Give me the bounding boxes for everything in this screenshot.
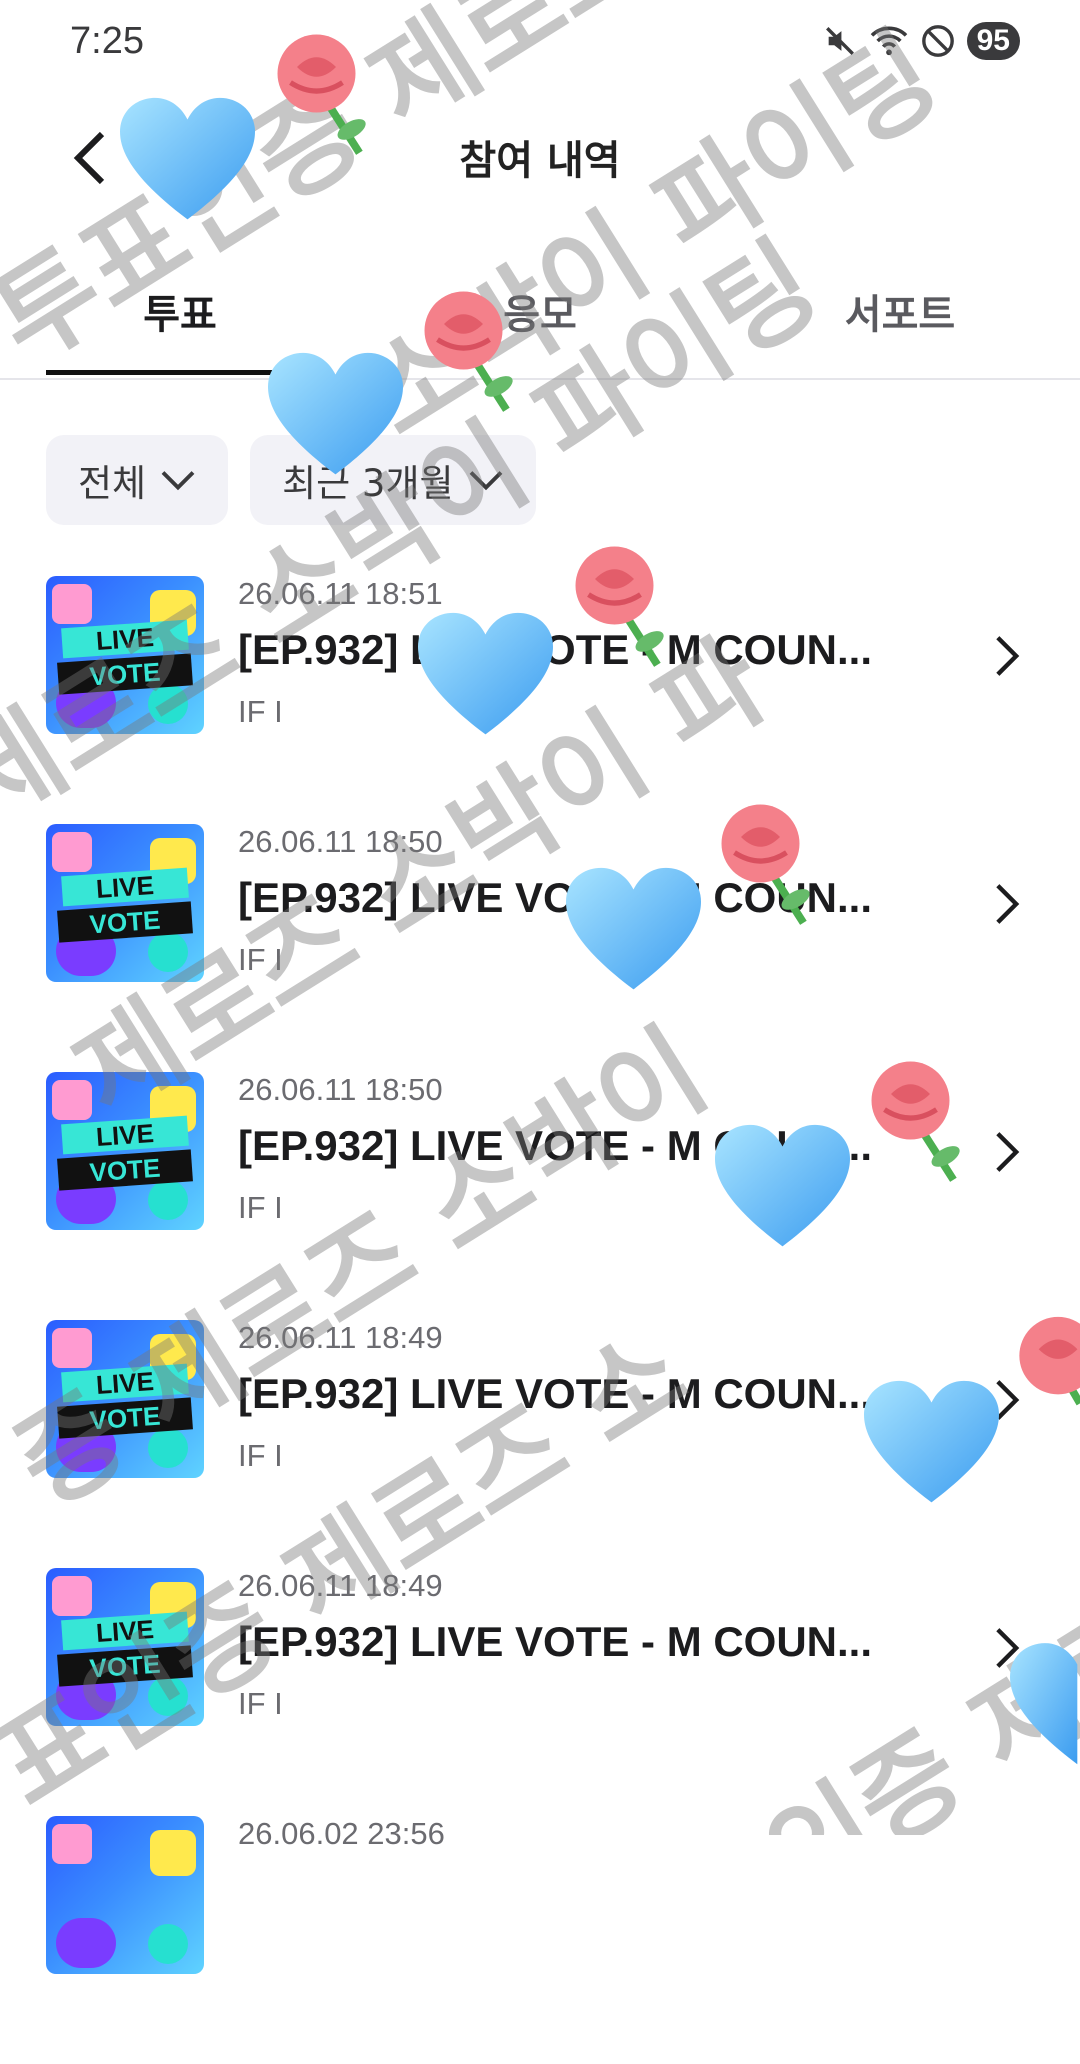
tab-bar: 투표 응모 서포트: [0, 270, 1080, 380]
tab-support[interactable]: 서포트: [766, 282, 1034, 340]
thumbnail-live-text: LIVE: [61, 619, 189, 659]
item-artist: IF I: [238, 1686, 283, 1721]
chevron-right-icon: [996, 1380, 1020, 1420]
item-date: 26.06.11 18:50: [238, 824, 443, 859]
item-artist: IF I: [238, 942, 283, 977]
tab-vote[interactable]: 투표: [46, 282, 314, 340]
list-item[interactable]: LIVE VOTE 26.06.11 18:51 [EP.932] LIVE V…: [0, 576, 1080, 824]
thumbnail-live-text: LIVE: [61, 867, 189, 907]
page-title: 참여 내역: [459, 138, 621, 184]
list-item[interactable]: LIVE VOTE 26.06.11 18:50 [EP.932] LIVE V…: [0, 824, 1080, 1072]
chevron-down-icon: [469, 471, 502, 491]
tab-indicator: [46, 370, 314, 375]
filter-bar: 전체 최근 3개월: [46, 435, 536, 525]
item-date: 26.06.11 18:50: [238, 1072, 443, 1107]
item-title: [EP.932] LIVE VOTE - M COUN...: [238, 1370, 873, 1417]
mute-icon: [823, 24, 857, 58]
item-date: 26.06.02 23:56: [238, 1816, 445, 1851]
chevron-right-icon: [996, 884, 1020, 924]
wifi-icon: [869, 24, 909, 58]
chevron-right-icon: [996, 1132, 1020, 1172]
chevron-down-icon: [161, 471, 195, 491]
battery-indicator: 95: [966, 22, 1020, 60]
item-title: [EP.932] LIVE VOTE - M COUN...: [238, 874, 873, 921]
vote-thumbnail: LIVE VOTE: [46, 576, 204, 734]
category-filter[interactable]: 전체: [46, 435, 229, 525]
list-item[interactable]: 26.06.02 23:56: [0, 1816, 1080, 2064]
category-filter-label: 전체: [78, 462, 147, 505]
item-title: [EP.932] LIVE VOTE - M COUN...: [238, 1122, 873, 1169]
chevron-right-icon: [996, 1628, 1020, 1668]
vote-thumbnail: LIVE VOTE: [46, 1320, 204, 1478]
list-item[interactable]: LIVE VOTE 26.06.11 18:49 [EP.932] LIVE V…: [0, 1320, 1080, 1568]
thumbnail-live-text: LIVE: [61, 1611, 189, 1651]
do-not-disturb-icon: [921, 24, 955, 58]
vote-thumbnail: LIVE VOTE: [46, 824, 204, 982]
period-filter-label: 최근 3개월: [282, 462, 454, 505]
thumbnail-live-text: LIVE: [61, 1363, 189, 1403]
status-time: 7:25: [70, 20, 144, 62]
item-title: [EP.932] LIVE VOTE - M COUN...: [238, 626, 873, 673]
item-date: 26.06.11 18:49: [238, 1320, 443, 1355]
chevron-right-icon: [996, 636, 1020, 676]
period-filter[interactable]: 최근 3개월: [250, 435, 536, 525]
list-item[interactable]: LIVE VOTE 26.06.11 18:50 [EP.932] LIVE V…: [0, 1072, 1080, 1320]
item-date: 26.06.11 18:49: [238, 1568, 443, 1603]
vote-thumbnail: LIVE VOTE: [46, 1072, 204, 1230]
vote-thumbnail: [46, 1816, 204, 1974]
status-icons: 95: [823, 22, 1020, 60]
header: 참여 내역: [0, 110, 1080, 200]
list-item[interactable]: LIVE VOTE 26.06.11 18:49 [EP.932] LIVE V…: [0, 1568, 1080, 1816]
item-artist: IF I: [238, 694, 283, 729]
item-artist: IF I: [238, 1190, 283, 1225]
item-title: [EP.932] LIVE VOTE - M COUN...: [238, 1618, 873, 1665]
tab-entry[interactable]: 응모: [406, 282, 674, 340]
item-date: 26.06.11 18:51: [238, 576, 443, 611]
vote-thumbnail: LIVE VOTE: [46, 1568, 204, 1726]
vote-history-list: LIVE VOTE 26.06.11 18:51 [EP.932] LIVE V…: [0, 576, 1080, 2064]
status-bar: 7:25 95: [0, 0, 1080, 90]
thumbnail-live-text: LIVE: [61, 1115, 189, 1155]
item-artist: IF I: [238, 1438, 283, 1473]
